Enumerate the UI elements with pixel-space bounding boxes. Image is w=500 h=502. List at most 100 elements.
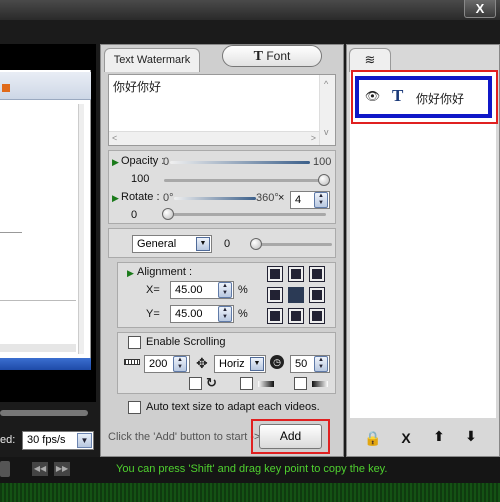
scroll-up-icon[interactable]: ^ xyxy=(324,79,328,89)
layers-tab[interactable]: ≋ xyxy=(349,48,391,72)
opacity-value: 100 xyxy=(131,173,150,185)
scroll-direction-select[interactable]: Horiz ▼ xyxy=(214,355,266,373)
enable-scrolling-checkbox[interactable] xyxy=(128,336,141,349)
text-vertical-scrollbar[interactable]: ^ v xyxy=(319,75,335,145)
blend-slider-thumb[interactable] xyxy=(250,238,262,250)
blend-mode-select[interactable]: General ▼ xyxy=(132,235,212,253)
delete-layer-button[interactable]: X xyxy=(396,430,416,446)
rotate-value: 0 xyxy=(131,209,138,221)
close-button[interactable]: X xyxy=(464,0,496,18)
font-icon: T xyxy=(253,49,263,64)
spin-updown-icon[interactable]: ▲ ▼ xyxy=(218,306,232,322)
loop-checkbox[interactable] xyxy=(189,377,202,390)
blend-value: 0 xyxy=(224,238,231,250)
speed-value: 30 fps/s xyxy=(27,434,66,446)
watermark-text-value: 你好你好 xyxy=(113,80,162,94)
opacity-label: Opacity : xyxy=(121,155,165,167)
expand-arrow-icon[interactable]: ▶ xyxy=(127,268,134,279)
spin-updown-icon[interactable]: ▲ ▼ xyxy=(314,356,328,372)
speed-select[interactable]: 30 fps/s ▼ xyxy=(22,431,94,450)
tab-text-watermark[interactable]: Text Watermark xyxy=(104,48,200,72)
alignment-label: Alignment : xyxy=(137,266,193,278)
clock-icon: ◷ xyxy=(270,355,284,369)
chevron-down-icon: ▼ xyxy=(77,433,92,448)
opacity-scale xyxy=(170,161,310,164)
chevron-down-icon: ▼ xyxy=(196,237,210,251)
spin-updown-icon[interactable]: ▲ ▼ xyxy=(173,356,187,372)
move-up-icon[interactable]: ⬆ xyxy=(429,428,449,445)
move-down-icon[interactable]: ⬇ xyxy=(461,428,481,445)
auto-size-label: Auto text size to adapt each videos. xyxy=(146,401,320,413)
video-screen-icon xyxy=(2,84,10,92)
x-label: X= xyxy=(146,284,160,296)
scroll-down-icon[interactable]: v xyxy=(324,127,329,137)
expand-arrow-icon[interactable]: ▶ xyxy=(112,157,119,168)
video-letterbox xyxy=(0,370,96,402)
status-hint: You can press 'Shift' and drag key point… xyxy=(116,463,388,475)
video-screen-taskbar xyxy=(0,358,91,370)
multiply-sign: × xyxy=(278,192,285,204)
opacity-slider-thumb[interactable] xyxy=(318,174,330,186)
tab-font[interactable]: T Font xyxy=(222,45,322,67)
fade-in-checkbox[interactable] xyxy=(240,377,253,390)
align-middle-left[interactable] xyxy=(267,287,283,303)
spin-updown-icon[interactable]: ▲ ▼ xyxy=(314,192,328,208)
loop-icon: ↻ xyxy=(206,375,217,390)
align-top-left[interactable] xyxy=(267,266,283,282)
text-layer-icon: T xyxy=(392,86,404,105)
lock-icon[interactable]: 🔒 xyxy=(363,430,383,447)
layer-item-label: 你好你好 xyxy=(416,92,465,106)
align-middle-right[interactable] xyxy=(309,287,325,303)
scroll-speed-value: 200 xyxy=(149,358,168,370)
align-bottom-center[interactable] xyxy=(288,308,304,324)
ruler-icon xyxy=(124,359,140,365)
seek-bar[interactable] xyxy=(0,410,88,416)
speed-label: ed: xyxy=(0,434,16,446)
add-button[interactable]: Add xyxy=(259,424,322,449)
next-frame-icon[interactable]: ▶▶ xyxy=(54,462,70,476)
rotate-scale xyxy=(174,197,256,200)
video-screen-statusbar xyxy=(0,344,76,352)
text-horizontal-scrollbar[interactable]: < > xyxy=(109,131,319,145)
rotate-multiplier-value: 4 xyxy=(295,194,302,206)
align-top-right[interactable] xyxy=(309,266,325,282)
chevron-down-icon: ▼ xyxy=(250,357,264,371)
eye-icon[interactable]: 👁 xyxy=(365,89,380,103)
align-bottom-left[interactable] xyxy=(267,308,283,324)
y-position-value: 45.00 xyxy=(175,308,203,320)
opacity-slider[interactable] xyxy=(164,179,326,182)
x-unit: % xyxy=(238,284,248,296)
move-arrows-icon: ✥ xyxy=(196,355,208,371)
auto-size-checkbox[interactable] xyxy=(128,401,141,414)
prev-frame-icon[interactable]: ◀◀ xyxy=(32,462,48,476)
video-screen-line xyxy=(0,300,76,301)
playback-button[interactable] xyxy=(0,461,10,477)
rotate-max: 360° xyxy=(256,192,279,204)
blend-slider[interactable] xyxy=(256,243,332,246)
scroll-duration-value: 50 xyxy=(295,358,308,370)
scroll-left-icon[interactable]: < xyxy=(112,133,117,143)
fade-out-icon xyxy=(312,381,328,387)
video-screen-scrollbar xyxy=(78,104,84,354)
align-bottom-right[interactable] xyxy=(309,308,325,324)
enable-scrolling-label: Enable Scrolling xyxy=(146,336,226,348)
rotate-slider[interactable] xyxy=(164,213,326,216)
expand-arrow-icon[interactable]: ▶ xyxy=(112,193,119,204)
rotate-slider-thumb[interactable] xyxy=(162,208,174,220)
scroll-right-icon[interactable]: > xyxy=(311,133,316,143)
x-position-value: 45.00 xyxy=(175,284,203,296)
tab-font-label: Font xyxy=(266,49,291,63)
align-top-center[interactable] xyxy=(288,266,304,282)
rotate-min: 0° xyxy=(163,192,174,204)
align-center[interactable] xyxy=(288,287,304,303)
y-label: Y= xyxy=(146,308,160,320)
scroll-direction-value: Horiz xyxy=(219,358,245,370)
blend-mode-value: General xyxy=(137,238,177,250)
fade-out-checkbox[interactable] xyxy=(294,377,307,390)
layers-icon: ≋ xyxy=(364,52,376,67)
y-unit: % xyxy=(238,308,248,320)
video-screen-toolbar xyxy=(0,72,91,100)
spin-updown-icon[interactable]: ▲ ▼ xyxy=(218,282,232,298)
fade-in-icon xyxy=(258,381,274,387)
opacity-min: 0 xyxy=(163,156,170,168)
